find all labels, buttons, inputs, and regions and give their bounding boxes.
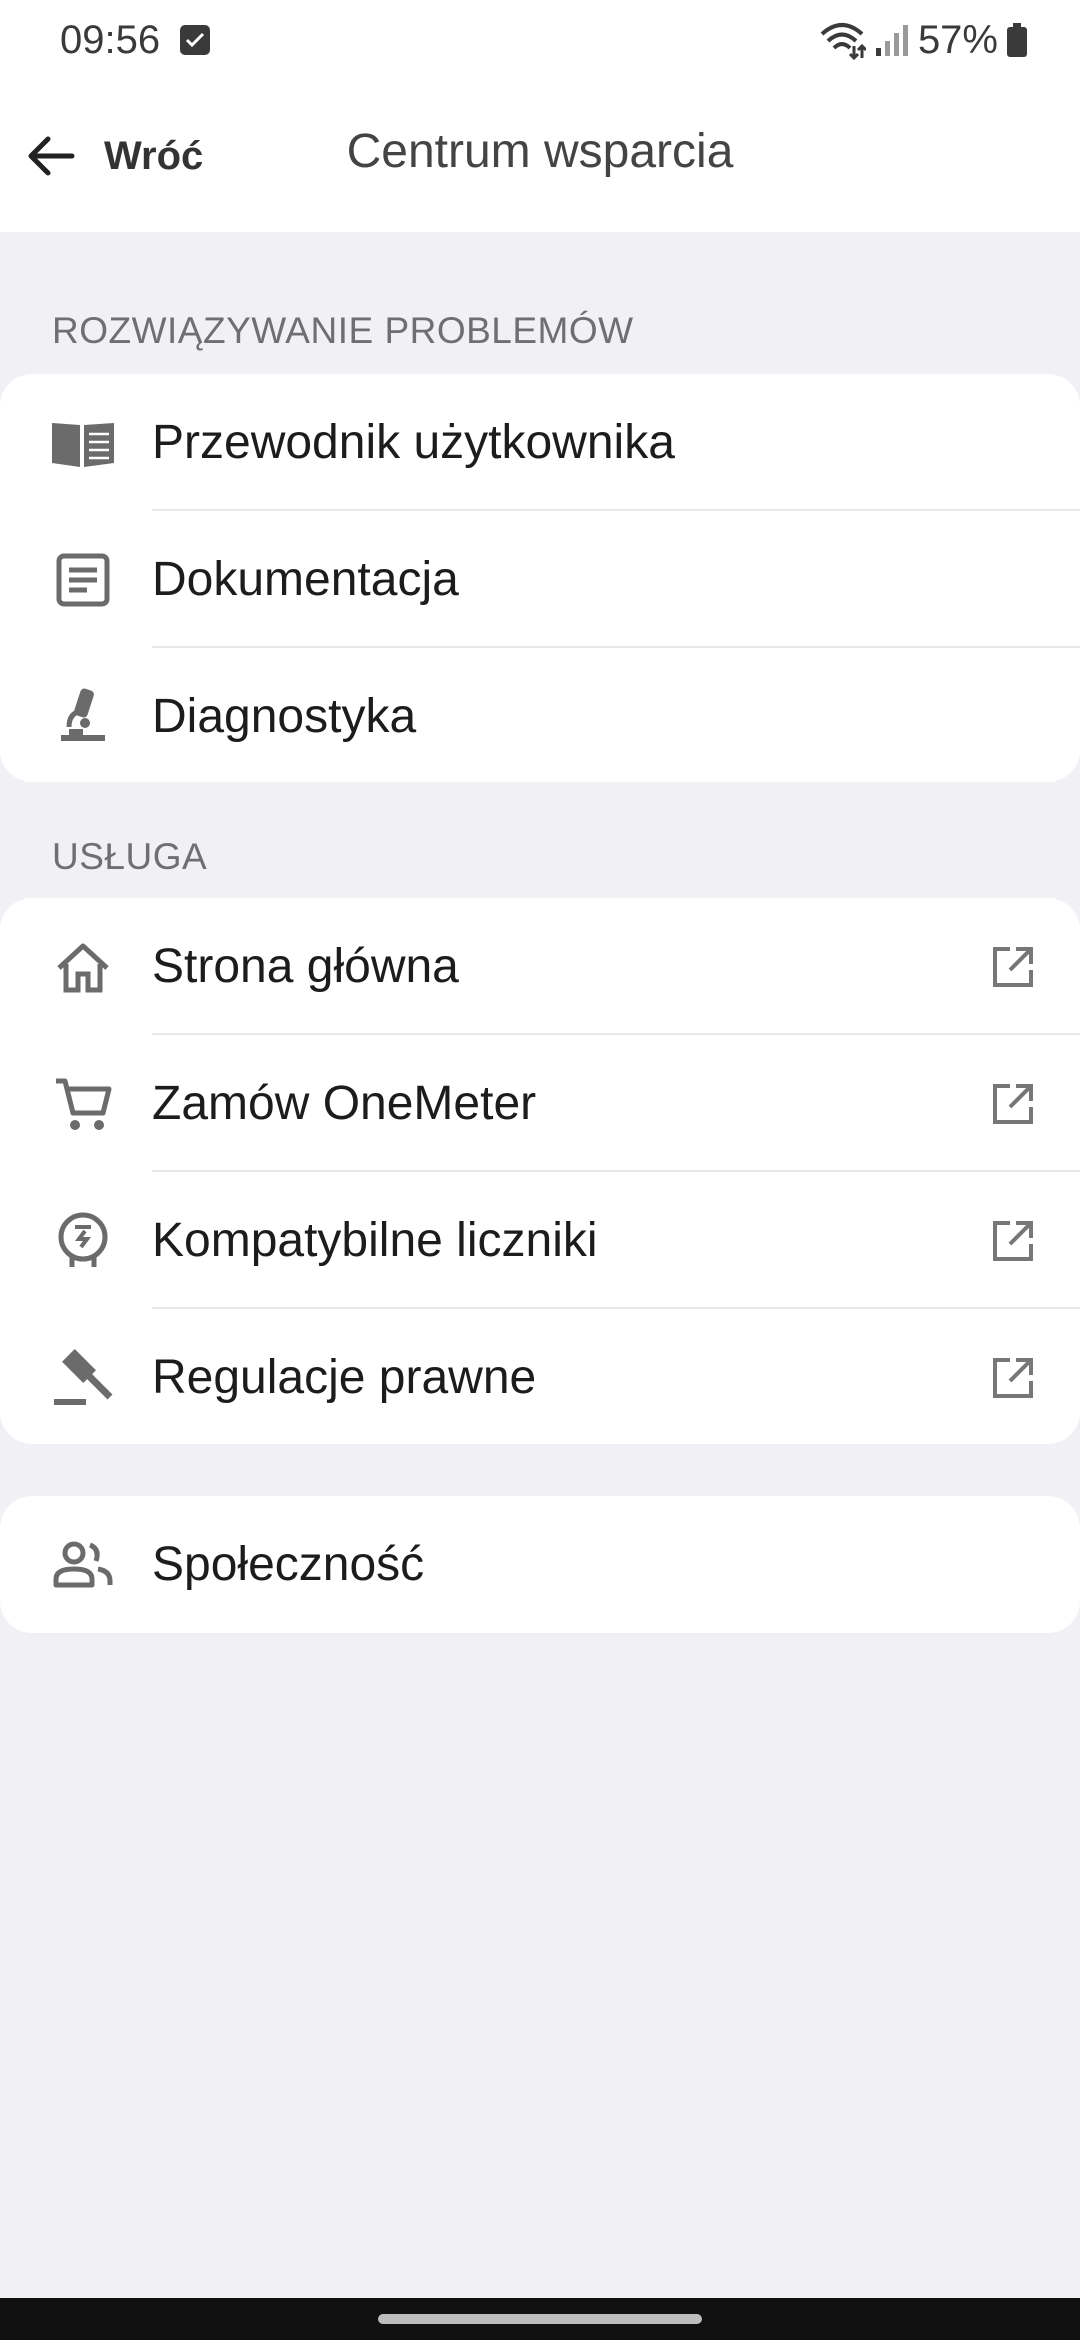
troubleshooting-card: Przewodnik użytkownika Dokumentacja Diag… bbox=[0, 374, 1080, 782]
wifi-icon bbox=[820, 23, 866, 60]
meter-icon bbox=[50, 1208, 116, 1274]
navigation-bar bbox=[0, 2298, 1080, 2340]
row-label: Społeczność bbox=[152, 1538, 425, 1591]
row-label: Dokumentacja bbox=[152, 553, 459, 606]
gavel-icon bbox=[50, 1345, 116, 1411]
row-home-page[interactable]: Strona główna bbox=[0, 898, 1080, 1035]
microscope-icon bbox=[50, 684, 116, 750]
status-bar: 09:56 57% bbox=[0, 0, 1080, 80]
signal-icon bbox=[875, 25, 908, 56]
row-compatible-meters[interactable]: Kompatybilne liczniki bbox=[0, 1172, 1080, 1309]
row-label: Przewodnik użytkownika bbox=[152, 416, 675, 469]
battery-percent: 57% bbox=[917, 17, 998, 62]
screen: 09:56 57% Wróć Centrum wsparcia ROZWIĄZY… bbox=[0, 0, 1080, 2340]
home-icon bbox=[50, 934, 116, 1000]
status-right: 57% bbox=[818, 18, 1028, 63]
battery-icon bbox=[1007, 23, 1027, 57]
row-label: Kompatybilne liczniki bbox=[152, 1214, 598, 1267]
external-link-icon bbox=[993, 947, 1033, 987]
status-left: 09:56 bbox=[60, 17, 211, 63]
row-order-onemeter[interactable]: Zamów OneMeter bbox=[0, 1035, 1080, 1172]
external-link-icon bbox=[993, 1358, 1033, 1398]
section-title-troubleshooting: ROZWIĄZYWANIE PROBLEMÓW bbox=[52, 310, 634, 351]
document-icon bbox=[50, 547, 116, 613]
row-label: Zamów OneMeter bbox=[152, 1077, 537, 1130]
app-header: Wróć Centrum wsparcia bbox=[0, 80, 1080, 232]
row-user-guide[interactable]: Przewodnik użytkownika bbox=[0, 374, 1080, 511]
service-card: Strona główna Zamów OneMeter Kompatybiln… bbox=[0, 898, 1080, 1444]
row-label: Strona główna bbox=[152, 940, 459, 993]
cart-icon bbox=[50, 1071, 116, 1137]
row-documentation[interactable]: Dokumentacja bbox=[0, 511, 1080, 648]
external-link-icon bbox=[993, 1084, 1033, 1124]
row-community[interactable]: Społeczność bbox=[0, 1496, 1080, 1633]
row-legal-regulations[interactable]: Regulacje prawne bbox=[0, 1309, 1080, 1444]
row-diagnostics[interactable]: Diagnostyka bbox=[0, 648, 1080, 782]
row-label: Diagnostyka bbox=[152, 690, 417, 743]
external-link-icon bbox=[993, 1221, 1033, 1261]
book-icon bbox=[50, 410, 116, 476]
checkbox-notification-icon bbox=[180, 25, 211, 55]
people-icon bbox=[50, 1532, 116, 1598]
row-label: Regulacje prawne bbox=[152, 1351, 537, 1404]
section-title-service: USŁUGA bbox=[52, 836, 208, 877]
community-card: Społeczność bbox=[0, 1496, 1080, 1633]
status-time: 09:56 bbox=[60, 17, 161, 62]
home-indicator[interactable] bbox=[378, 2314, 702, 2324]
page-title: Centrum wsparcia bbox=[346, 125, 734, 178]
